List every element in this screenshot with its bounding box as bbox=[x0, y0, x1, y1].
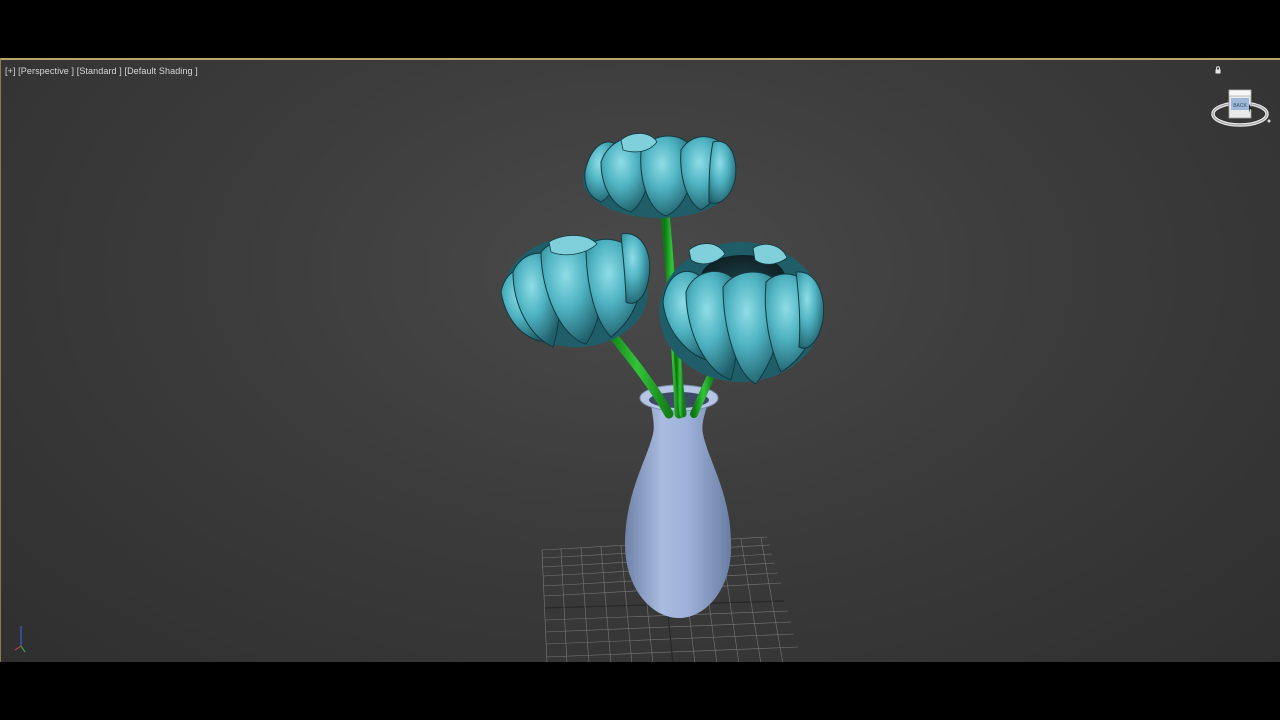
flower-left bbox=[500, 233, 651, 348]
letterbox-top bbox=[0, 0, 1280, 58]
axis-tripod-icon bbox=[14, 626, 26, 653]
viewcube-face-label: BACK bbox=[1233, 103, 1247, 109]
perspective-viewport[interactable]: [+] [Perspective ] [Standard ] [Default … bbox=[0, 58, 1280, 662]
flower-top bbox=[583, 133, 737, 218]
letterbox-bottom bbox=[0, 662, 1280, 720]
lock-icon[interactable] bbox=[1214, 66, 1222, 74]
vase bbox=[624, 384, 732, 618]
scene-render[interactable] bbox=[1, 60, 1280, 662]
viewcube-icon[interactable]: BACK bbox=[1207, 84, 1273, 134]
flower-right bbox=[659, 242, 825, 385]
